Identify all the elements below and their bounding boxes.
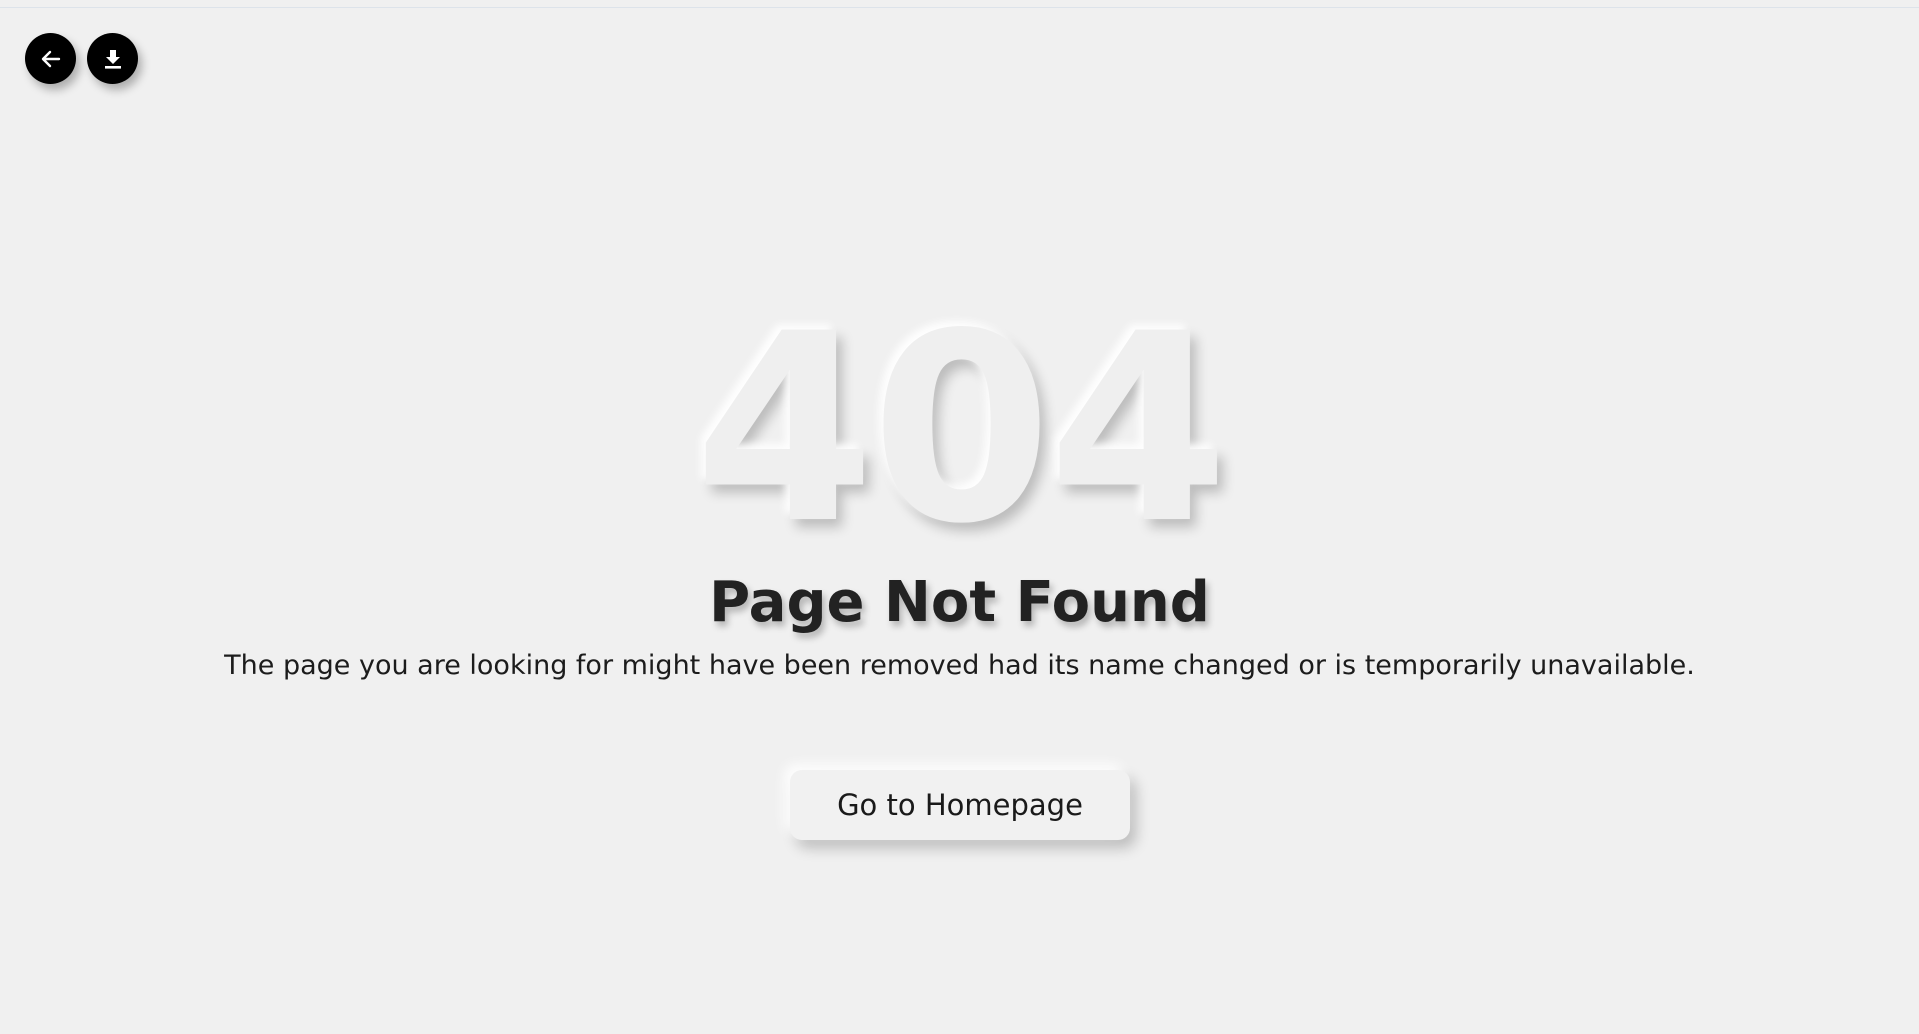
error-message: The page you are looking for might have … — [224, 649, 1695, 681]
back-button[interactable] — [25, 33, 76, 84]
download-icon — [101, 47, 125, 71]
top-divider — [0, 0, 1919, 8]
page-title: Page Not Found — [709, 570, 1210, 635]
error-page: 404 Page Not Found The page you are look… — [0, 0, 1919, 1034]
error-code: 404 — [694, 279, 1229, 581]
download-button[interactable] — [87, 33, 138, 84]
arrow-left-icon — [39, 47, 63, 71]
go-to-homepage-button[interactable]: Go to Homepage — [790, 770, 1130, 840]
error-content: 404 Page Not Found The page you are look… — [0, 300, 1919, 683]
